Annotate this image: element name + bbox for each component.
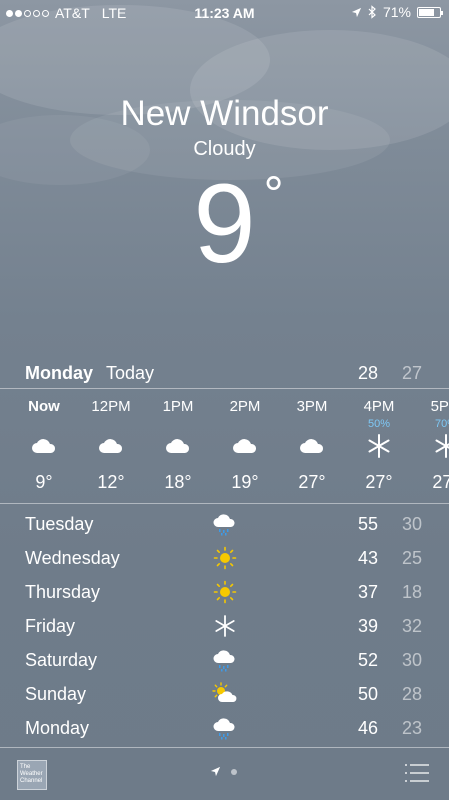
status-bar: AT&T LTE 11:23 AM 71% bbox=[0, 0, 449, 26]
hourly-item: 5PM 70% 27° bbox=[418, 390, 449, 502]
hourly-item: 12PM 12° bbox=[83, 390, 139, 502]
today-label: Today bbox=[106, 363, 155, 383]
hour-time: Now bbox=[28, 398, 60, 415]
hour-precip: 50% bbox=[367, 418, 391, 430]
battery-icon bbox=[417, 6, 443, 18]
daily-high: 37 bbox=[358, 582, 379, 602]
hour-time: 5PM bbox=[430, 398, 449, 415]
weather-channel-logo[interactable]: The Weather Channel bbox=[17, 760, 47, 790]
daily-high: 43 bbox=[358, 548, 379, 568]
city-name: New Windsor bbox=[120, 94, 329, 133]
cloud-rain-icon bbox=[213, 718, 235, 740]
daily-day: Saturday bbox=[25, 650, 98, 670]
today-high: 28 bbox=[358, 363, 379, 383]
cloud-icon bbox=[99, 439, 123, 453]
daily-low: 30 bbox=[402, 514, 423, 534]
bottom-toolbar: The Weather Channel bbox=[0, 748, 449, 800]
daily-high: 55 bbox=[358, 514, 379, 534]
hour-temp: 19° bbox=[231, 472, 259, 492]
hourly-item: 2PM 19° bbox=[217, 390, 273, 502]
daily-high: 46 bbox=[358, 718, 379, 738]
daily-low: 25 bbox=[402, 548, 423, 568]
status-right: 71% bbox=[351, 4, 443, 20]
hour-time: 1PM bbox=[162, 398, 194, 415]
location-arrow-icon bbox=[210, 766, 221, 777]
sun-icon bbox=[213, 580, 237, 604]
daily-low: 28 bbox=[402, 684, 423, 704]
cloud-icon bbox=[300, 439, 324, 453]
hour-temp: 18° bbox=[164, 472, 192, 492]
daily-day: Monday bbox=[25, 718, 90, 738]
daily-day: Friday bbox=[25, 616, 76, 636]
hour-time: 2PM bbox=[229, 398, 261, 415]
daily-low: 30 bbox=[402, 650, 423, 670]
daily-row: Saturday 52 30 bbox=[0, 644, 449, 677]
daily-row: Wednesday 43 25 bbox=[0, 542, 449, 575]
hour-time: 12PM bbox=[91, 398, 131, 415]
cloud-icon bbox=[233, 439, 257, 453]
cloud-icon bbox=[166, 439, 190, 453]
sun-icon bbox=[213, 546, 237, 570]
daily-low: 18 bbox=[402, 582, 423, 602]
daily-low: 23 bbox=[402, 718, 423, 738]
battery-percent: 71% bbox=[382, 4, 411, 20]
hour-precip: 70% bbox=[434, 418, 449, 430]
daily-row: Monday 46 23 bbox=[0, 712, 449, 745]
daily-day: Wednesday bbox=[25, 548, 120, 568]
daily-low: 32 bbox=[402, 616, 423, 636]
daily-day: Sunday bbox=[25, 684, 87, 704]
daily-day: Tuesday bbox=[25, 514, 94, 534]
hour-temp: 12° bbox=[97, 472, 125, 492]
partly-sunny-icon bbox=[212, 682, 237, 702]
hour-time: 3PM bbox=[296, 398, 328, 415]
snowflake-icon bbox=[215, 615, 235, 637]
today-summary-row: Monday Today 28 27 bbox=[0, 360, 449, 388]
daily-row: Friday 39 32 bbox=[0, 610, 449, 643]
snowflake-icon bbox=[368, 434, 390, 458]
daily-row: Sunday 50 28 bbox=[0, 678, 449, 711]
page-dot bbox=[231, 768, 237, 775]
today-day-name: Monday bbox=[25, 363, 94, 383]
daily-row: Thursday 37 18 bbox=[0, 576, 449, 609]
city-list-icon[interactable] bbox=[404, 763, 430, 783]
hourly-item: 4PM 50% 27° bbox=[351, 390, 407, 502]
hour-temp: 27° bbox=[432, 472, 449, 492]
snowflake-icon bbox=[435, 434, 449, 458]
weather-channel-logo-text: The Weather Channel bbox=[20, 764, 43, 784]
cloud-rain-icon bbox=[213, 650, 235, 672]
current-temperature-value: 9 bbox=[193, 161, 256, 286]
current-temperature: 9 ° bbox=[0, 168, 449, 280]
hour-temp: 27° bbox=[298, 472, 326, 492]
daily-high: 52 bbox=[358, 650, 379, 670]
bluetooth-icon bbox=[368, 5, 376, 19]
today-low: 27 bbox=[402, 363, 423, 383]
daily-row: Tuesday 55 30 bbox=[0, 508, 449, 541]
degree-symbol: ° bbox=[263, 166, 284, 222]
divider-top bbox=[0, 388, 449, 389]
hourly-item: 3PM 27° bbox=[284, 390, 340, 502]
daily-day: Thursday bbox=[25, 582, 101, 602]
hour-temp: 27° bbox=[365, 472, 393, 492]
divider-middle bbox=[0, 503, 449, 504]
hourly-forecast[interactable]: Now 9° 12PM 12° 1PM 18° 2PM 19° 3PM 27° … bbox=[0, 390, 449, 502]
hourly-item: 1PM 18° bbox=[150, 390, 206, 502]
current-condition: Cloudy bbox=[193, 138, 256, 160]
hour-temp: 9° bbox=[35, 472, 53, 492]
hourly-item: Now 9° bbox=[16, 390, 72, 502]
cloud-icon bbox=[32, 439, 56, 453]
location-services-icon bbox=[351, 7, 362, 17]
hour-time: 4PM bbox=[363, 398, 395, 415]
daily-high: 50 bbox=[358, 684, 379, 704]
cloud-rain-icon bbox=[213, 514, 235, 536]
page-indicator[interactable] bbox=[210, 766, 237, 777]
daily-high: 39 bbox=[358, 616, 379, 636]
